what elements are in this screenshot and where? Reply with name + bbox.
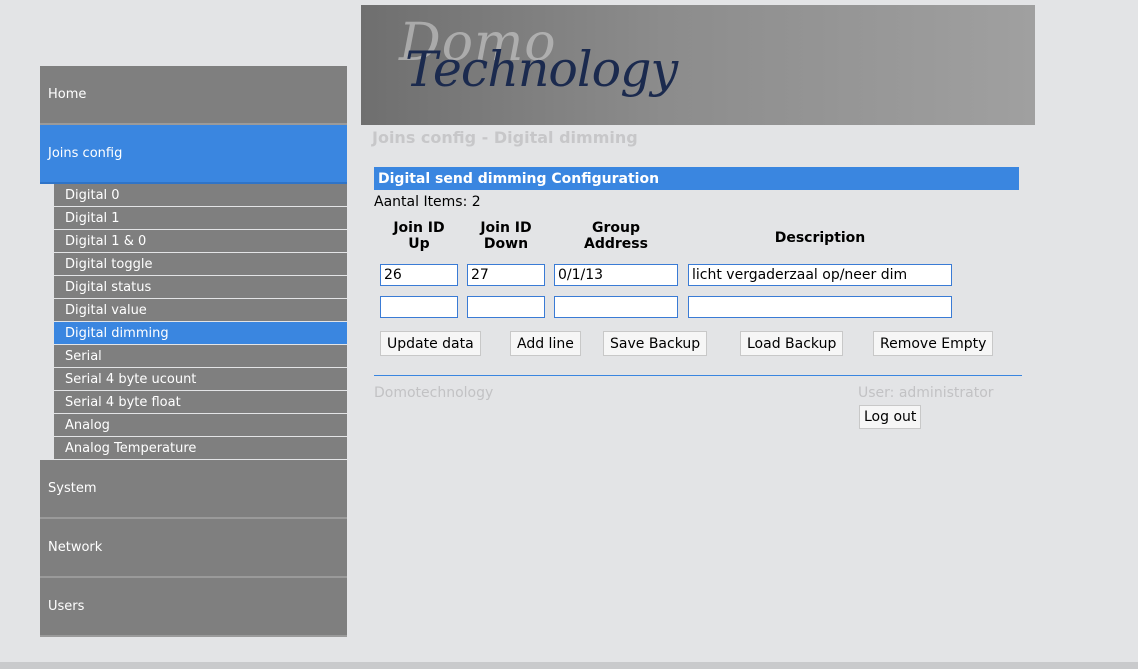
load-backup-button[interactable]: Load Backup: [740, 331, 844, 356]
footer-divider: [374, 375, 1022, 376]
column-header-line: Down: [483, 236, 529, 252]
sidebar-item-label: System: [48, 481, 97, 496]
footer-brand: Domotechnology: [374, 385, 494, 401]
submenu-item-digital-0[interactable]: Digital 0: [54, 184, 347, 207]
submenu-item-label: Digital dimming: [65, 325, 169, 341]
submenu-item-label: Digital 1 & 0: [65, 233, 147, 249]
sidebar-item-label: Network: [48, 540, 103, 555]
item-count: Aantal Items: 2: [374, 194, 481, 210]
group-address-input[interactable]: [554, 296, 678, 318]
sidebar-nav: Home Joins config Digital 0 Digital 1 Di…: [40, 66, 347, 637]
section-header: Digital send dimming Configuration: [374, 167, 1019, 190]
submenu-item-digital-1-and-0[interactable]: Digital 1 & 0: [54, 230, 347, 253]
save-backup-button[interactable]: Save Backup: [603, 331, 708, 356]
column-header-line: Address: [584, 236, 648, 252]
submenu-item-digital-1[interactable]: Digital 1: [54, 207, 347, 230]
submenu-item-label: Analog Temperature: [65, 440, 197, 456]
submenu-item-label: Serial 4 byte float: [65, 394, 181, 410]
page-title: Joins config - Digital dimming: [372, 128, 638, 147]
section-title: Digital send dimming Configuration: [378, 170, 660, 187]
submenu-item-digital-dimming[interactable]: Digital dimming: [54, 322, 347, 345]
sidebar-item-system[interactable]: System: [40, 460, 347, 519]
submenu-item-digital-status[interactable]: Digital status: [54, 276, 347, 299]
column-header-line: Group: [591, 220, 640, 236]
join-id-down-input[interactable]: [467, 264, 545, 286]
submenu-item-analog-temperature[interactable]: Analog Temperature: [54, 437, 347, 460]
submenu-item-serial-4-byte-ucount[interactable]: Serial 4 byte ucount: [54, 368, 347, 391]
submenu-item-label: Serial: [65, 348, 102, 364]
column-header-line: Description: [774, 230, 866, 246]
submenu-item-label: Digital toggle: [65, 256, 153, 272]
submenu-item-label: Digital value: [65, 302, 147, 318]
column-header-description: Description: [688, 230, 952, 246]
submenu-item-serial[interactable]: Serial: [54, 345, 347, 368]
sidebar-item-label: Users: [48, 599, 85, 614]
column-header-line: Join ID: [480, 220, 532, 236]
column-header-group-address: Group Address: [554, 220, 678, 252]
join-id-up-input[interactable]: [380, 296, 458, 318]
submenu-item-digital-value[interactable]: Digital value: [54, 299, 347, 322]
column-header-join-id-up: Join ID Up: [380, 220, 458, 252]
logged-in-user: User: administrator: [858, 385, 994, 401]
submenu-item-label: Digital 1: [65, 210, 120, 226]
sidebar-item-joins-config[interactable]: Joins config: [40, 125, 347, 184]
logout-button[interactable]: Log out: [859, 405, 922, 429]
join-id-down-input[interactable]: [467, 296, 545, 318]
header-banner: Domo Technology: [361, 5, 1035, 125]
submenu-item-analog[interactable]: Analog: [54, 414, 347, 437]
join-id-up-input[interactable]: [380, 264, 458, 286]
submenu-item-label: Analog: [65, 417, 110, 433]
column-header-line: Up: [408, 236, 430, 252]
submenu-item-digital-toggle[interactable]: Digital toggle: [54, 253, 347, 276]
remove-empty-button[interactable]: Remove Empty: [873, 331, 994, 356]
submenu-item-label: Serial 4 byte ucount: [65, 371, 197, 387]
description-input[interactable]: [688, 296, 952, 318]
column-header-line: Join ID: [393, 220, 445, 236]
group-address-input[interactable]: [554, 264, 678, 286]
sidebar-submenu: Digital 0 Digital 1 Digital 1 & 0 Digita…: [40, 184, 347, 460]
submenu-item-label: Digital status: [65, 279, 152, 295]
page-bottom-border: [0, 662, 1138, 669]
sidebar-item-network[interactable]: Network: [40, 519, 347, 578]
sidebar-item-users[interactable]: Users: [40, 578, 347, 637]
column-header-join-id-down: Join ID Down: [467, 220, 545, 252]
logo-technology-text: Technology: [405, 41, 678, 98]
add-line-button[interactable]: Add line: [510, 331, 581, 356]
description-input[interactable]: [688, 264, 952, 286]
update-data-button[interactable]: Update data: [380, 331, 481, 356]
submenu-item-serial-4-byte-float[interactable]: Serial 4 byte float: [54, 391, 347, 414]
sidebar-item-label: Home: [48, 87, 87, 102]
submenu-item-label: Digital 0: [65, 187, 120, 203]
sidebar-item-label: Joins config: [48, 146, 123, 161]
sidebar-item-home[interactable]: Home: [40, 66, 347, 125]
